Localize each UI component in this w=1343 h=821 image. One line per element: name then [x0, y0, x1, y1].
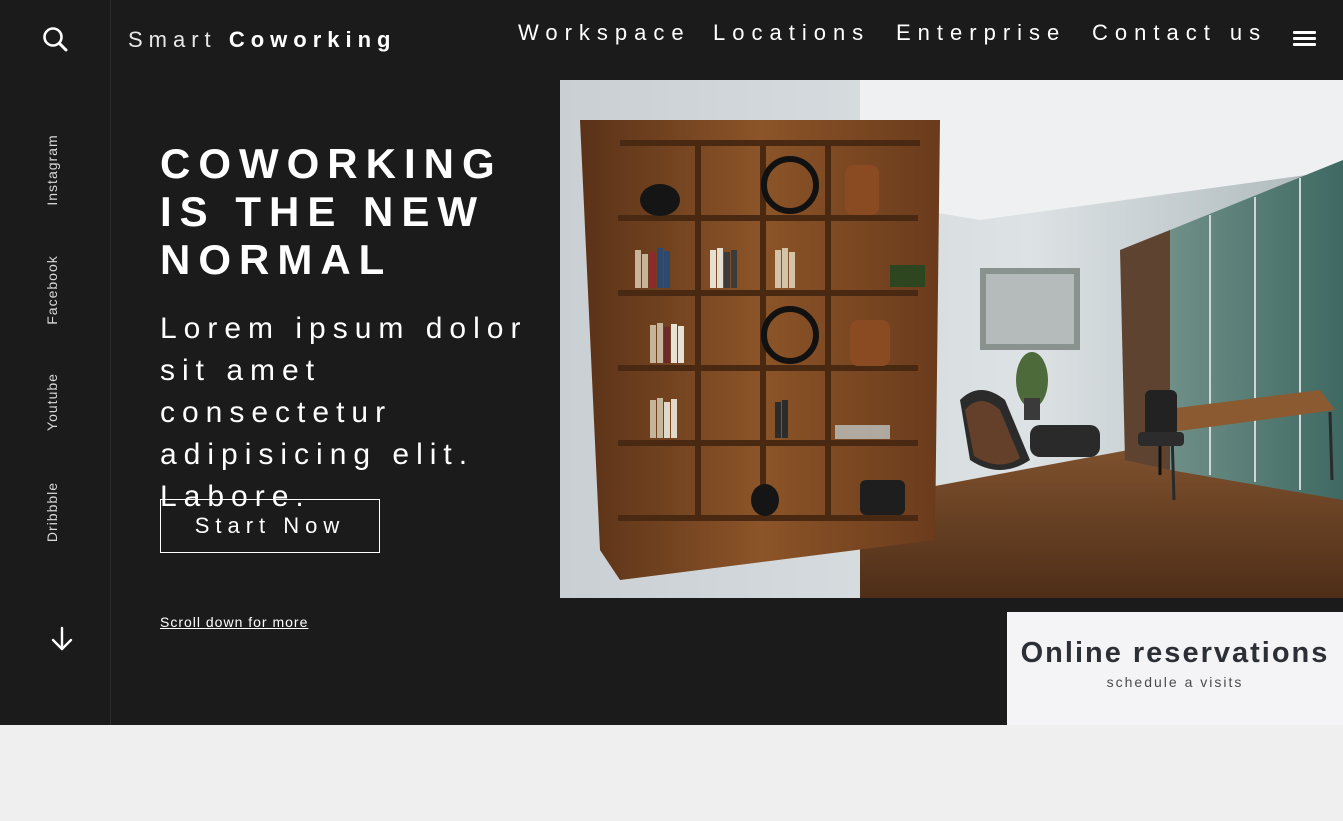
social-link-instagram[interactable]: Instagram [44, 134, 60, 205]
search-icon [43, 27, 68, 52]
social-link-dribbble[interactable]: Dribbble [44, 482, 60, 542]
social-link-facebook[interactable]: Facebook [44, 255, 60, 324]
nav-workspace[interactable]: Workspace [518, 20, 691, 46]
office-photo [560, 80, 1343, 598]
hero-headline: COWORKING IS THE NEW NORMAL [160, 140, 503, 283]
online-reservations-card[interactable]: Online reservations schedule a visits [1007, 612, 1343, 725]
scroll-down-button[interactable] [50, 626, 74, 652]
brand-logo[interactable]: Smart Coworking [128, 27, 396, 53]
start-now-button[interactable]: Start Now [160, 499, 380, 553]
social-link-youtube[interactable]: Youtube [44, 373, 60, 431]
nav-enterprise[interactable]: Enterprise [896, 20, 1066, 46]
hero-section: Instagram Facebook Youtube Dribbble Smar… [0, 0, 1343, 725]
reservation-subtitle: schedule a visits [1106, 674, 1244, 690]
brand-light-text: Smart [128, 27, 217, 52]
arrow-down-icon [51, 626, 73, 651]
scroll-down-link[interactable]: Scroll down for more [160, 614, 308, 630]
nav-locations[interactable]: Locations [713, 20, 870, 46]
sidebar: Instagram Facebook Youtube Dribbble [0, 0, 111, 725]
reservation-title: Online reservations [1020, 637, 1330, 669]
hamburger-menu-icon[interactable] [1293, 31, 1316, 47]
search-button[interactable] [41, 25, 69, 53]
nav-contact-us[interactable]: Contact us [1092, 20, 1267, 46]
hero-lead-text: Lorem ipsum dolor sit amet consectetur a… [160, 312, 528, 513]
brand-bold-text: Coworking [228, 27, 397, 52]
